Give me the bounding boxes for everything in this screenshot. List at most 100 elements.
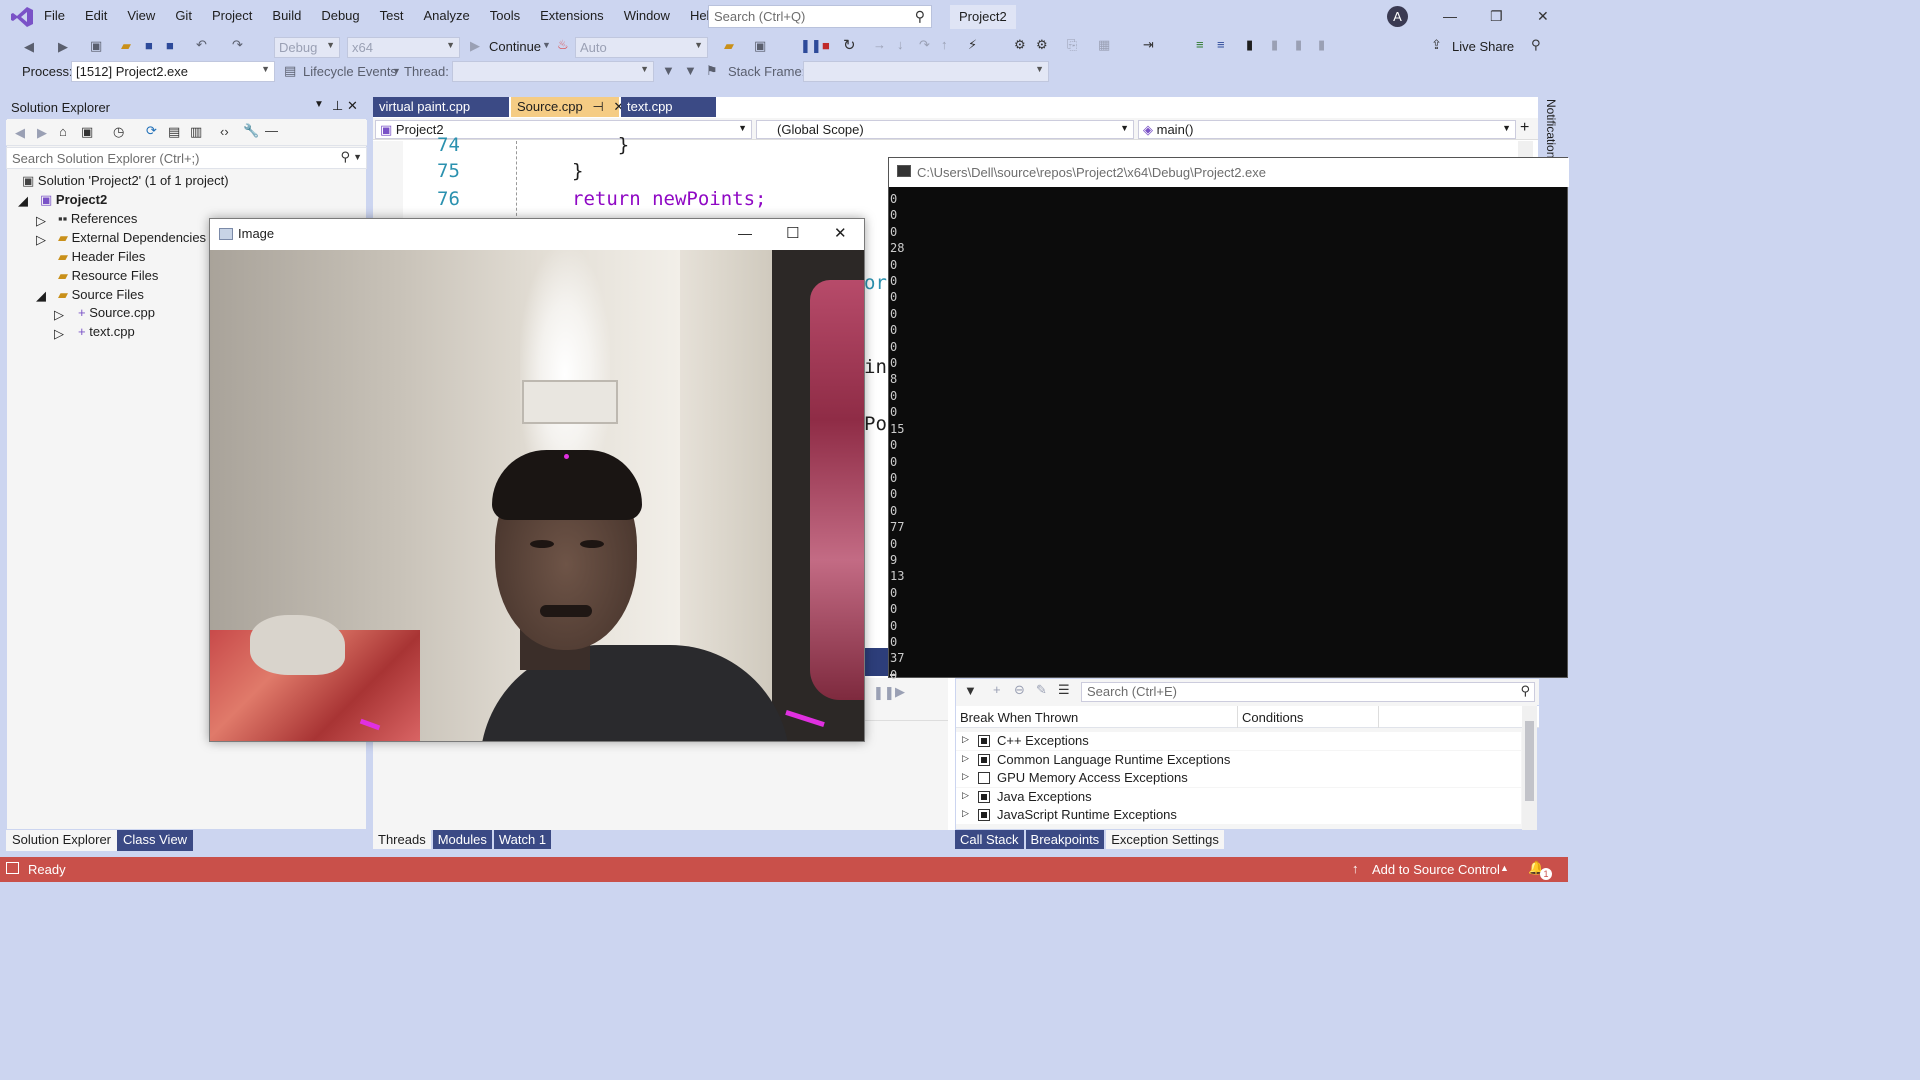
lifecycle-events-button[interactable]: Lifecycle Events <box>303 64 397 79</box>
menu-window[interactable]: Window <box>624 8 680 23</box>
collapsed-icon[interactable]: ▷ <box>54 326 64 342</box>
console-window[interactable]: C:\Users\Dell\source\repos\Project2\x64\… <box>888 157 1569 682</box>
config-dropdown[interactable]: Debug ▼ <box>274 37 340 58</box>
platform-dropdown[interactable]: x64 ▼ <box>347 37 460 58</box>
pause-icon[interactable]: ❚❚ <box>800 38 822 54</box>
scroll-thumb[interactable] <box>1525 721 1534 801</box>
play-icon[interactable]: ▶ <box>895 684 905 700</box>
screenshot-icon[interactable]: ▣ <box>754 38 766 54</box>
undo-icon[interactable]: ↶ <box>196 37 207 53</box>
function-nav-dropdown[interactable]: ◈ main() ▼ <box>1138 120 1516 139</box>
expand-icon[interactable]: ▷ <box>962 808 969 819</box>
new-project-icon[interactable]: ▣ <box>90 38 102 54</box>
expand-icon[interactable]: ▷ <box>962 734 969 745</box>
menu-test[interactable]: Test <box>380 8 414 23</box>
redo-icon[interactable]: ↷ <box>232 37 243 53</box>
open-folder-icon[interactable]: ▰ <box>121 38 131 54</box>
save-all-icon[interactable]: ■ <box>166 38 174 53</box>
exception-search-input[interactable]: Search (Ctrl+E) ⚲ <box>1081 682 1535 702</box>
filter-icon[interactable]: ▼ <box>662 63 675 78</box>
thread-dropdown[interactable]: ▼ <box>452 61 654 82</box>
edit-icon[interactable]: ✎ <box>1036 682 1047 698</box>
exception-row[interactable]: ▷ Java Exceptions <box>956 787 1521 806</box>
indent-icon[interactable]: ⇥ <box>1143 37 1154 53</box>
exception-checkbox[interactable] <box>978 790 990 803</box>
tab-class-view[interactable]: Class View <box>117 830 194 851</box>
properties-icon[interactable]: 🔧 <box>243 123 259 139</box>
step-out-icon[interactable]: ↑ <box>941 37 948 52</box>
remove-icon[interactable]: ⊖ <box>1014 682 1025 698</box>
collapsed-icon[interactable]: ▷ <box>36 213 46 229</box>
panel-close-icon[interactable]: ✕ <box>347 98 358 114</box>
bookmark-icon[interactable]: ▮ <box>1246 37 1253 53</box>
restart-icon[interactable]: ↻ <box>843 36 856 54</box>
tree-item-source-cpp[interactable]: + Source.cpp <box>78 305 155 320</box>
tab-text-cpp[interactable]: text.cpp <box>621 97 716 117</box>
menu-git[interactable]: Git <box>175 8 202 23</box>
tab-threads[interactable]: Threads <box>373 830 431 849</box>
restore-icon[interactable]: ❐ <box>1490 8 1503 25</box>
menu-tools[interactable]: Tools <box>490 8 530 23</box>
menu-build[interactable]: Build <box>272 8 311 23</box>
pin-icon[interactable]: ⊣ <box>592 99 603 114</box>
exception-row[interactable]: ▷ C++ Exceptions <box>956 732 1521 750</box>
tab-watch-1[interactable]: Watch 1 <box>493 830 552 849</box>
comment-icon[interactable]: ≡ <box>1196 37 1204 52</box>
exception-checkbox[interactable] <box>978 753 990 766</box>
disassembly-icon[interactable]: ⎘ <box>1067 37 1077 53</box>
tree-item-references[interactable]: ▪▪ References <box>58 211 137 226</box>
process-dropdown[interactable]: [1512] Project2.exe ▼ <box>71 61 275 82</box>
split-icon[interactable]: + <box>1520 119 1529 137</box>
continue-chevron-icon[interactable]: ▼ <box>542 40 551 50</box>
exception-checkbox[interactable] <box>978 735 990 747</box>
exception-checkbox[interactable] <box>978 772 990 785</box>
exception-scrollbar[interactable] <box>1522 706 1537 830</box>
menu-project[interactable]: Project <box>212 8 262 23</box>
step-into-icon[interactable]: ↓ <box>897 37 904 52</box>
menu-view[interactable]: View <box>127 8 165 23</box>
forward-icon[interactable]: ▶ <box>58 39 68 55</box>
project-node[interactable]: ▣ Project2 <box>40 192 107 208</box>
filter-clear-icon[interactable]: ▼ <box>684 63 697 78</box>
close-icon[interactable]: ✕ <box>1537 8 1549 25</box>
tab-exception-settings[interactable]: Exception Settings <box>1106 830 1224 849</box>
exception-checkbox[interactable] <box>978 809 990 822</box>
tree-item-header-files[interactable]: ▰ Header Files <box>58 249 145 265</box>
tab-modules[interactable]: Modules <box>432 830 492 849</box>
auto-dropdown[interactable]: Auto ▼ <box>575 37 708 58</box>
uncomment-icon[interactable]: ≡ <box>1217 37 1225 52</box>
expanded-icon[interactable]: ◢ <box>18 193 28 209</box>
add-icon[interactable]: + <box>993 682 1001 697</box>
show-all-files-icon[interactable]: ▥ <box>190 124 202 140</box>
collapsed-icon[interactable]: ▷ <box>54 307 64 323</box>
tree-item-source-files[interactable]: ▰ Source Files <box>58 287 144 303</box>
tab-virtual-paint[interactable]: virtual paint.cpp <box>373 97 509 117</box>
minimize-icon[interactable]: — <box>1443 8 1457 24</box>
notifications-strip[interactable]: Notifications <box>1540 97 1568 164</box>
back-icon[interactable]: ◀ <box>15 125 25 141</box>
tree-item-text-cpp[interactable]: + text.cpp <box>78 324 135 339</box>
solution-node[interactable]: ▣ Solution 'Project2' (1 of 1 project) <box>22 173 229 189</box>
menu-debug[interactable]: Debug <box>321 8 369 23</box>
flag-threads-icon[interactable]: ⚑ <box>706 63 718 79</box>
modules-icon[interactable]: ⚙ <box>1036 37 1048 53</box>
feedback-icon[interactable]: ⚲ <box>1531 37 1541 53</box>
close-icon[interactable]: ✕ <box>834 224 847 242</box>
view-code-icon[interactable]: ‹› <box>220 124 229 139</box>
back-icon[interactable]: ◀ <box>24 39 34 55</box>
menu-analyze[interactable]: Analyze <box>423 8 479 23</box>
continue-button[interactable]: Continue <box>489 39 541 54</box>
col-break-when-thrown[interactable]: Break When Thrown <box>960 710 1078 725</box>
solution-search-input[interactable]: Search Solution Explorer (Ctrl+;) ⚲ ▼ <box>6 147 367 169</box>
avatar[interactable]: A <box>1387 6 1408 27</box>
expand-icon[interactable]: ▷ <box>962 790 969 801</box>
pause-icon[interactable]: ❚❚ <box>873 685 895 701</box>
stack-frame-dropdown[interactable]: ▼ <box>803 61 1049 82</box>
chevron-up-icon[interactable]: ▲ <box>1500 863 1509 873</box>
preview-icon[interactable]: — <box>265 123 278 138</box>
stop-icon[interactable]: ■ <box>822 38 830 53</box>
expanded-icon[interactable]: ◢ <box>36 288 46 304</box>
tree-item-resource-files[interactable]: ▰ Resource Files <box>58 268 158 284</box>
collapsed-icon[interactable]: ▷ <box>36 232 46 248</box>
clear-bookmarks-icon[interactable]: ▮ <box>1318 37 1325 53</box>
